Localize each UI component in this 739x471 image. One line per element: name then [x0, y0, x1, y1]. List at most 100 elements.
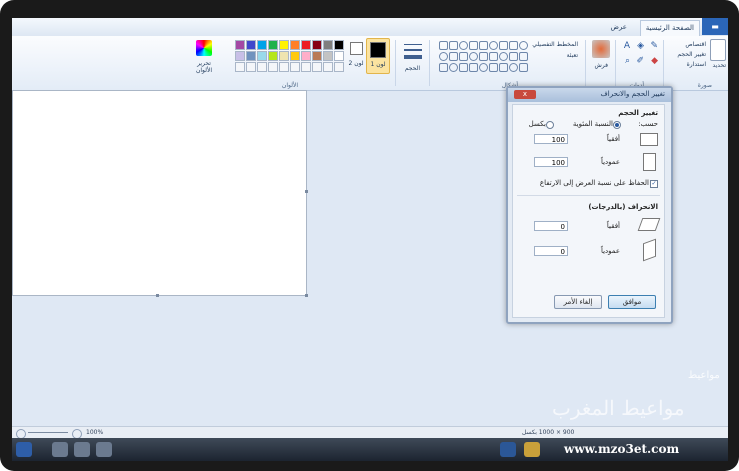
- shape-option[interactable]: [509, 41, 518, 50]
- outline-button[interactable]: المخطط التفصيلي: [532, 41, 578, 48]
- custom-color-slot[interactable]: [290, 62, 300, 72]
- custom-color-slot[interactable]: [235, 62, 245, 72]
- palette-swatch[interactable]: [312, 40, 322, 50]
- shape-option[interactable]: [519, 63, 528, 72]
- custom-color-slot[interactable]: [334, 62, 344, 72]
- palette-swatch[interactable]: [257, 51, 267, 61]
- palette-swatch[interactable]: [301, 40, 311, 50]
- palette-swatch[interactable]: [301, 51, 311, 61]
- palette-swatch[interactable]: [235, 51, 245, 61]
- ribbon-tab-strip: ▬ الصفحة الرئيسية عرض: [12, 18, 728, 37]
- shape-option[interactable]: [449, 41, 458, 50]
- ok-button[interactable]: موافق: [608, 295, 656, 309]
- palette-swatch[interactable]: [279, 40, 289, 50]
- zoom-slider[interactable]: [28, 432, 68, 433]
- taskbar-app-icon[interactable]: [52, 442, 68, 457]
- line-size-icon[interactable]: [402, 40, 424, 62]
- resize-horizontal-input[interactable]: 100: [534, 134, 568, 144]
- fill-bucket-icon[interactable]: ◈: [637, 41, 644, 51]
- cancel-button[interactable]: إلغاء الأمر: [554, 295, 602, 309]
- text-tool-icon[interactable]: A: [624, 41, 630, 51]
- shape-option[interactable]: [439, 52, 448, 61]
- palette-swatch[interactable]: [268, 51, 278, 61]
- select-button[interactable]: [710, 39, 726, 61]
- drawing-canvas[interactable]: [12, 90, 307, 296]
- shape-option[interactable]: [519, 41, 528, 50]
- shape-option[interactable]: [509, 52, 518, 61]
- palette-swatch[interactable]: [334, 51, 344, 61]
- percentage-radio[interactable]: [613, 121, 621, 129]
- tab-view[interactable]: عرض: [605, 20, 632, 35]
- palette-swatch[interactable]: [290, 40, 300, 50]
- canvas-resize-handle-right[interactable]: [305, 190, 308, 193]
- shape-option[interactable]: [489, 52, 498, 61]
- brushes-icon[interactable]: [592, 40, 610, 58]
- palette-swatch[interactable]: [334, 40, 344, 50]
- palette-swatch[interactable]: [257, 40, 267, 50]
- maintain-aspect-checkbox[interactable]: ✓: [650, 180, 658, 188]
- custom-color-slot[interactable]: [246, 62, 256, 72]
- custom-color-slot[interactable]: [301, 62, 311, 72]
- tab-home[interactable]: الصفحة الرئيسية: [639, 20, 700, 36]
- shape-option[interactable]: [449, 63, 458, 72]
- shape-option[interactable]: [459, 63, 468, 72]
- pixels-radio[interactable]: [546, 121, 554, 129]
- resize-button[interactable]: تغيير الحجم: [677, 51, 706, 58]
- shape-option[interactable]: [439, 63, 448, 72]
- dialog-close-button[interactable]: x: [514, 90, 536, 99]
- by-label: حسب:: [638, 120, 658, 128]
- custom-color-slot[interactable]: [257, 62, 267, 72]
- shape-option[interactable]: [459, 41, 468, 50]
- shape-option[interactable]: [499, 52, 508, 61]
- rotate-button[interactable]: استدارة: [687, 61, 706, 68]
- pencil-icon[interactable]: ✎: [650, 41, 658, 51]
- skew-vertical-input[interactable]: 0: [534, 246, 568, 256]
- custom-color-slot[interactable]: [312, 62, 322, 72]
- custom-color-slot[interactable]: [279, 62, 289, 72]
- edit-colors-icon[interactable]: [196, 40, 212, 56]
- color1-button[interactable]: لون 1: [366, 38, 390, 74]
- shape-option[interactable]: [519, 52, 528, 61]
- palette-swatch[interactable]: [268, 40, 278, 50]
- shape-option[interactable]: [479, 52, 488, 61]
- file-menu-button[interactable]: ▬: [702, 18, 728, 35]
- taskbar-app-icon[interactable]: [74, 442, 90, 457]
- shape-option[interactable]: [499, 41, 508, 50]
- palette-swatch[interactable]: [246, 51, 256, 61]
- word-app-icon[interactable]: [500, 442, 516, 457]
- canvas-resize-handle-bottom[interactable]: [156, 294, 159, 297]
- shape-option[interactable]: [449, 52, 458, 61]
- shape-option[interactable]: [509, 63, 518, 72]
- shape-option[interactable]: [459, 52, 468, 61]
- magnifier-icon[interactable]: ⌕: [625, 56, 630, 66]
- skew-horizontal-input[interactable]: 0: [534, 221, 568, 231]
- eraser-icon[interactable]: ◆: [651, 56, 658, 66]
- shape-option[interactable]: [489, 63, 498, 72]
- palette-swatch[interactable]: [279, 51, 289, 61]
- shape-option[interactable]: [479, 41, 488, 50]
- canvas-resize-handle-corner[interactable]: [305, 294, 308, 297]
- shape-option[interactable]: [439, 41, 448, 50]
- shape-option[interactable]: [479, 63, 488, 72]
- color-picker-icon[interactable]: ✐: [636, 56, 644, 66]
- palette-swatch[interactable]: [323, 40, 333, 50]
- start-button-icon[interactable]: [16, 442, 32, 457]
- custom-color-slot[interactable]: [323, 62, 333, 72]
- color2-button[interactable]: لون 2: [348, 40, 364, 70]
- fill-button[interactable]: تعبئة: [567, 52, 578, 59]
- palette-swatch[interactable]: [290, 51, 300, 61]
- folder-app-icon[interactable]: [524, 442, 540, 457]
- palette-swatch[interactable]: [235, 40, 245, 50]
- taskbar-app-icon[interactable]: [96, 442, 112, 457]
- shape-option[interactable]: [469, 63, 478, 72]
- palette-swatch[interactable]: [312, 51, 322, 61]
- shape-option[interactable]: [489, 41, 498, 50]
- shape-option[interactable]: [469, 52, 478, 61]
- custom-color-slot[interactable]: [268, 62, 278, 72]
- shape-option[interactable]: [499, 63, 508, 72]
- palette-swatch[interactable]: [246, 40, 256, 50]
- shape-option[interactable]: [469, 41, 478, 50]
- resize-vertical-input[interactable]: 100: [534, 157, 568, 167]
- crop-button[interactable]: اقتصاص: [685, 41, 706, 48]
- palette-swatch[interactable]: [323, 51, 333, 61]
